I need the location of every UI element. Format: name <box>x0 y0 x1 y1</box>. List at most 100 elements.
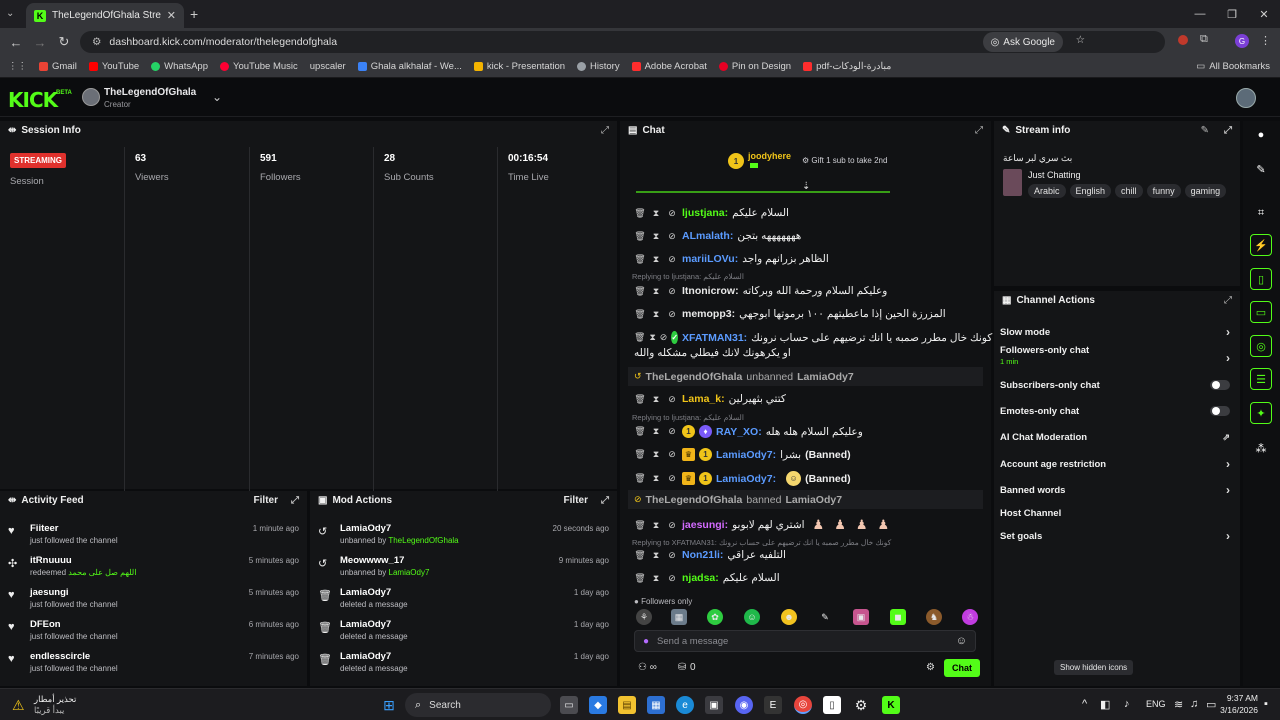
capture-icon[interactable]: ▣ <box>705 696 723 714</box>
ai-chat-moderation-row[interactable]: AI Chat Moderation ⇗ <box>1000 427 1230 447</box>
emote-tray-icon[interactable]: ▣ <box>853 609 869 625</box>
delete-msg-icon[interactable]: 🗑 <box>634 520 646 531</box>
url-field[interactable]: ⚙ dashboard.kick.com/moderator/thelegend… <box>80 31 1165 53</box>
expand-icon[interactable]: ⤢ <box>601 495 609 506</box>
bookmark-gmail[interactable]: Gmail <box>39 61 77 72</box>
profile-avatar-icon[interactable]: G <box>1235 34 1249 48</box>
timeout-icon[interactable]: ⧗ <box>650 309 662 320</box>
ban-icon[interactable]: ⊘ <box>666 394 678 405</box>
wifi-icon[interactable]: ≋ <box>1174 698 1183 711</box>
emoji-picker-icon[interactable]: ☺ <box>956 635 967 647</box>
back-icon[interactable]: ← <box>4 35 28 50</box>
extension-icon[interactable] <box>1178 35 1188 45</box>
kick-logo[interactable]: KICK <box>8 88 58 112</box>
list-icon[interactable]: ☰ <box>1250 368 1272 390</box>
copilot-icon[interactable]: ◆ <box>589 696 607 714</box>
mic-icon[interactable]: ● <box>643 636 649 647</box>
close-tab-icon[interactable]: ✕ <box>167 9 176 22</box>
extensions-puzzle-icon[interactable]: ⧉ <box>1200 33 1208 46</box>
timeout-icon[interactable]: ⧗ <box>650 231 662 242</box>
emotes-only-toggle[interactable] <box>1210 406 1230 416</box>
bookmark-pin-design[interactable]: Pin on Design <box>718 61 791 72</box>
ban-icon[interactable]: ⊘ <box>666 286 678 297</box>
clock-time[interactable]: 9:37 AM <box>1222 693 1258 703</box>
ban-icon[interactable]: ⊘ <box>666 449 678 460</box>
browser-tab[interactable]: K TheLegendOfGhala Stream - Ki ✕ <box>26 3 184 28</box>
delete-msg-icon[interactable]: 🗑 <box>634 332 645 343</box>
delete-msg-icon[interactable]: 🗑 <box>634 286 646 297</box>
microphone-icon[interactable]: ♪ <box>1124 698 1130 710</box>
weather-warning-icon[interactable]: ⚠ <box>12 697 25 714</box>
ban-icon[interactable]: ⊘ <box>666 426 678 437</box>
timeout-icon[interactable]: ⧗ <box>650 520 662 531</box>
emote-tray-icon[interactable]: ⚘ <box>636 609 652 625</box>
emote-tray-icon[interactable]: ♞ <box>926 609 942 625</box>
expand-icon[interactable]: ⤢ <box>601 125 609 136</box>
delete-msg-icon[interactable]: 🗑 <box>634 426 646 437</box>
ban-icon[interactable]: ⊘ <box>666 573 678 584</box>
category-name[interactable]: Just Chatting <box>1028 170 1081 180</box>
wrench-icon[interactable]: ✦ <box>1250 402 1272 424</box>
bookmark-youtube-music[interactable]: YouTube Music <box>219 61 298 72</box>
discord-icon[interactable]: ◉ <box>735 696 753 714</box>
slow-mode-row[interactable]: Slow mode › <box>1000 322 1230 342</box>
bookmark-upscaler[interactable]: upscaler <box>310 61 346 72</box>
expand-icon[interactable]: ⤢ <box>291 495 299 506</box>
expand-icon[interactable]: ⤢ <box>1224 295 1232 306</box>
epic-games-icon[interactable]: E <box>764 696 782 714</box>
emote-tray-icon[interactable]: ☃ <box>962 609 978 625</box>
set-goals-row[interactable]: Set goals › <box>1000 526 1230 546</box>
message-input[interactable]: ● Send a message ☺ <box>634 630 976 652</box>
timeout-icon[interactable]: ⧗ <box>650 573 662 584</box>
delete-msg-icon[interactable]: 🗑 <box>634 550 646 561</box>
timeout-icon[interactable]: ⧗ <box>650 449 662 460</box>
battery-icon[interactable]: ▭ <box>1206 698 1216 711</box>
emote-tray-icon[interactable]: ✿ <box>707 609 723 625</box>
chrome-icon[interactable]: ◎ <box>794 696 812 714</box>
delete-msg-icon[interactable]: 🗑 <box>634 309 646 320</box>
tab-search-icon[interactable]: ⌄ <box>6 8 14 19</box>
ban-icon[interactable]: ⊘ <box>666 208 678 219</box>
user-avatar[interactable] <box>1236 88 1256 108</box>
emote-tray-icon[interactable]: ◼ <box>890 609 906 625</box>
notifications-icon[interactable]: ▪ <box>1264 698 1268 710</box>
show-hidden-icons-icon[interactable]: ^ <box>1082 698 1087 710</box>
timeout-icon[interactable]: ⧗ <box>649 332 655 343</box>
crop-icon[interactable]: ⌗ <box>1249 201 1273 225</box>
minimize-icon[interactable]: — <box>1184 0 1216 28</box>
subscribers-only-toggle[interactable] <box>1210 380 1230 390</box>
ban-icon[interactable]: ⊘ <box>666 309 678 320</box>
notepad-icon[interactable]: ▯ <box>823 696 841 714</box>
ban-icon[interactable]: ⊘ <box>666 520 678 531</box>
delete-msg-icon[interactable]: 🗑 <box>634 394 646 405</box>
delete-msg-icon[interactable]: 🗑 <box>634 254 646 265</box>
volume-icon[interactable]: ♫ <box>1190 698 1198 710</box>
timeout-icon[interactable]: ⧗ <box>650 473 662 484</box>
forward-icon[interactable]: → <box>28 35 52 50</box>
chat-bubble-icon[interactable]: ▭ <box>1250 301 1272 323</box>
apps-icon[interactable]: ⁂ <box>1249 436 1273 460</box>
followers-only-row[interactable]: Followers-only chat 1 min › <box>1000 345 1230 373</box>
ask-google-button[interactable]: ◎ Ask Google <box>982 32 1063 52</box>
expand-icon[interactable]: ⤢ <box>1224 125 1232 136</box>
timeout-icon[interactable]: ⧗ <box>650 286 662 297</box>
chat-settings-icon[interactable]: ⚙ <box>926 662 935 673</box>
restore-icon[interactable]: ❐ <box>1216 0 1248 28</box>
task-view-icon[interactable]: ▭ <box>560 696 578 714</box>
delete-msg-icon[interactable]: 🗑 <box>634 231 646 242</box>
send-chat-button[interactable]: Chat <box>944 659 980 677</box>
bookmark-history[interactable]: History <box>577 61 620 72</box>
new-tab-icon[interactable]: + <box>190 6 198 22</box>
timeout-icon[interactable]: ⧗ <box>650 254 662 265</box>
close-window-icon[interactable]: ✕ <box>1248 0 1280 28</box>
emote-tray-icon[interactable]: ☺ <box>744 609 760 625</box>
channel-switch-chevron-icon[interactable]: ⌄ <box>212 90 222 104</box>
bookmark-adobe-acrobat[interactable]: Adobe Acrobat <box>631 61 707 72</box>
timeout-icon[interactable]: ⧗ <box>650 394 662 405</box>
filter-button[interactable]: Filter <box>254 495 278 506</box>
ban-icon[interactable]: ⊘ <box>666 550 678 561</box>
broadcast-icon[interactable]: ◎ <box>1250 335 1272 357</box>
reload-icon[interactable]: ↻ <box>52 34 76 50</box>
all-bookmarks[interactable]: ▭ All Bookmarks <box>1196 61 1270 72</box>
edge-icon[interactable]: e <box>676 696 694 714</box>
